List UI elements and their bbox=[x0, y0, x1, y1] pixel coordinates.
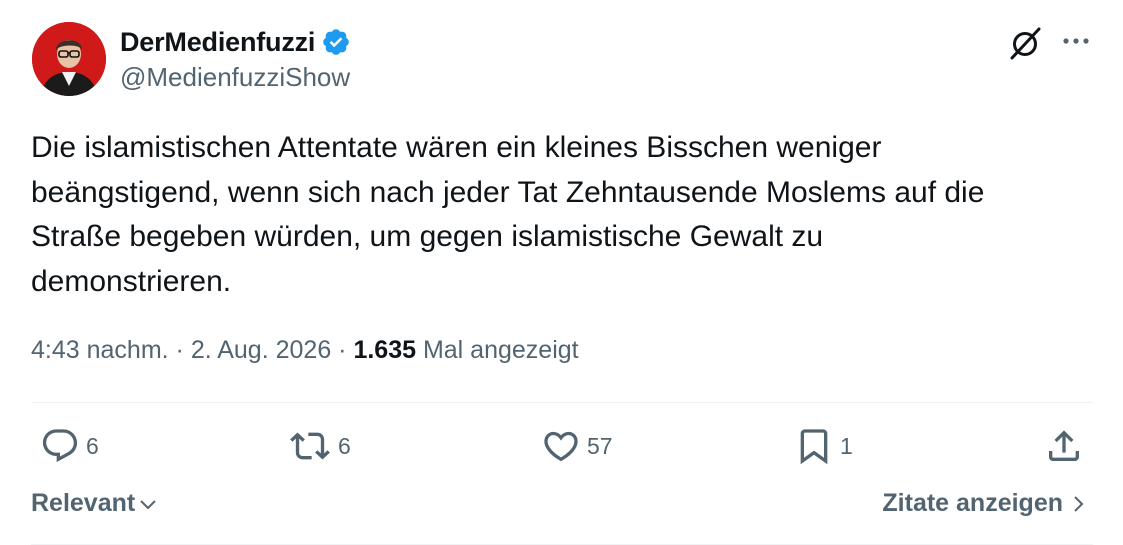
tweet-text-line: beängstigend, wenn sich nach jeder Tat Z… bbox=[31, 175, 985, 209]
meta-separator: · bbox=[331, 336, 354, 364]
meta-separator: · bbox=[168, 336, 191, 364]
chevron-right-icon bbox=[1074, 495, 1084, 512]
bookmark-icon bbox=[800, 429, 828, 465]
share-icon bbox=[1049, 430, 1079, 461]
tweet-text-line: demonstrieren. bbox=[31, 264, 232, 298]
heart-icon bbox=[544, 431, 578, 462]
views-count: 1.635 bbox=[353, 336, 416, 364]
divider bbox=[31, 402, 1093, 403]
tweet-time[interactable]: 4:43 nachm. bbox=[31, 336, 169, 364]
bookmark-button[interactable]: 1 bbox=[794, 426, 853, 466]
tweet-text: Die islamistischen Attentate wären ein k… bbox=[31, 126, 1101, 304]
reply-button[interactable]: 6 bbox=[40, 426, 99, 466]
like-count: 57 bbox=[587, 432, 613, 459]
author-name-row[interactable]: DerMedienfuzzi bbox=[120, 24, 351, 60]
tweet-date[interactable]: 2. Aug. 2026 bbox=[191, 336, 331, 364]
reply-count: 6 bbox=[86, 432, 99, 459]
view-quotes-link[interactable]: Zitate anzeigen bbox=[882, 489, 1089, 518]
author-handle[interactable]: @MedienfuzziShow bbox=[120, 62, 350, 93]
repost-button[interactable]: 6 bbox=[288, 426, 351, 466]
verified-badge-icon[interactable] bbox=[321, 27, 351, 57]
avatar-image bbox=[32, 22, 106, 96]
repost-count: 6 bbox=[338, 432, 351, 459]
sort-label: Relevant bbox=[31, 489, 136, 517]
chevron-down-icon bbox=[140, 499, 156, 509]
author-display-name[interactable]: DerMedienfuzzi bbox=[120, 27, 315, 58]
like-button[interactable]: 57 bbox=[541, 426, 613, 466]
tweet-meta: 4:43 nachm. · 2. Aug. 2026 · 1.635 Mal a… bbox=[31, 336, 579, 365]
tweet-text-line: Die islamistischen Attentate wären ein k… bbox=[31, 131, 882, 164]
grok-icon[interactable] bbox=[1006, 24, 1044, 62]
views-label: Mal angezeigt bbox=[422, 336, 579, 364]
sort-dropdown[interactable]: Relevant bbox=[31, 489, 159, 518]
reply-icon bbox=[42, 429, 78, 463]
avatar[interactable] bbox=[32, 22, 106, 96]
share-button[interactable] bbox=[1044, 426, 1084, 466]
tweet-text-line: Straße begeben würden, um gegen islamist… bbox=[31, 220, 824, 253]
repost-icon bbox=[290, 432, 330, 460]
view-quotes-label: Zitate anzeigen bbox=[882, 489, 1063, 517]
more-options-icon[interactable] bbox=[1058, 26, 1094, 56]
bookmark-count: 1 bbox=[840, 432, 853, 459]
